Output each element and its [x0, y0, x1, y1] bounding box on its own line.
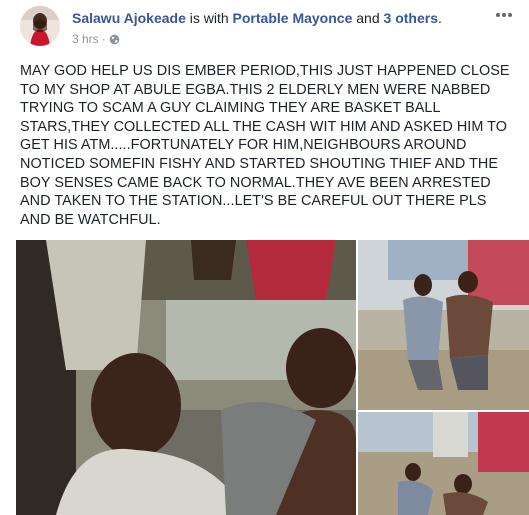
author-line: Salawu Ajokeade is with Portable Mayonce…: [72, 9, 442, 27]
post-photo-main[interactable]: [16, 240, 356, 515]
post-body: MAY GOD HELP US DIS EMBER PERIOD,THIS JU…: [20, 62, 512, 229]
post-photo-3[interactable]: [358, 412, 529, 515]
author-name-link[interactable]: Salawu Ajokeade: [72, 10, 186, 26]
avatar-image: [20, 6, 60, 46]
globe-icon[interactable]: [109, 34, 120, 45]
tagged-person-link[interactable]: Portable Mayonce: [233, 10, 353, 26]
and-text: and: [352, 10, 384, 26]
period-text: .: [437, 10, 442, 26]
photo-main-image: [16, 240, 356, 515]
post-meta: 3 hrs ·: [72, 31, 120, 47]
post-photo-2[interactable]: [358, 240, 529, 410]
with-text: is with: [185, 10, 233, 26]
more-options-icon[interactable]: [493, 6, 515, 24]
post-text: MAY GOD HELP US DIS EMBER PERIOD,THIS JU…: [20, 63, 514, 228]
tagged-others-link[interactable]: 3 others: [384, 10, 438, 26]
photo-3-image: [358, 412, 529, 515]
photo-2-image: [358, 240, 529, 410]
facebook-post: Salawu Ajokeade is with Portable Mayonce…: [0, 0, 529, 515]
post-header: Salawu Ajokeade is with Portable Mayonce…: [20, 6, 515, 52]
meta-separator: ·: [101, 32, 106, 46]
timestamp-link[interactable]: 3 hrs: [72, 31, 99, 47]
author-avatar[interactable]: [20, 6, 60, 46]
